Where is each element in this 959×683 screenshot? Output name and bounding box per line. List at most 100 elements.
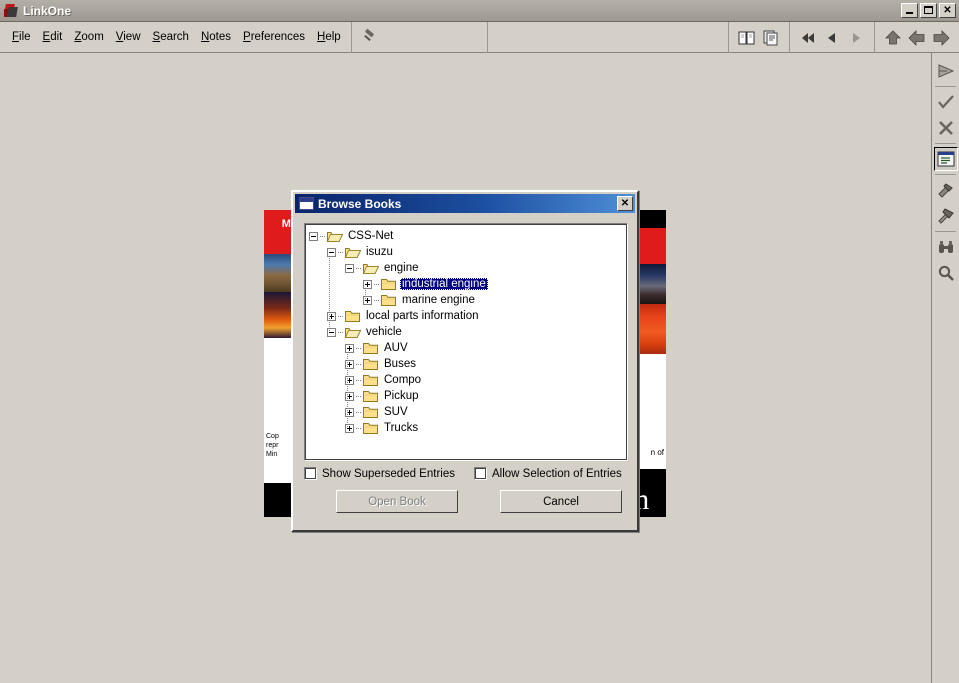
toolbar-vertical — [931, 53, 959, 683]
toolbar-group-books — [728, 22, 789, 53]
menu-group: FFileile Edit Zoom View Search Notes Pre… — [0, 21, 352, 53]
rewind-icon[interactable] — [797, 27, 819, 49]
dialog-title: Browse Books — [318, 196, 402, 211]
folder-open-icon — [363, 262, 379, 275]
tree-item[interactable]: vehicle — [307, 324, 625, 340]
tree-item[interactable]: industrial engine — [307, 276, 625, 292]
tree-item-label: engine — [384, 262, 419, 274]
folder-closed-icon — [363, 374, 379, 387]
arrow-right-icon[interactable] — [930, 27, 952, 49]
checkbox-box[interactable] — [304, 467, 317, 480]
book-tree[interactable]: CSS-Net isuzu engine industrial engine marin… — [304, 223, 628, 461]
window-icon — [299, 197, 314, 210]
tree-connector — [356, 347, 361, 349]
tree-item-label: Buses — [384, 358, 416, 370]
list-panel-icon[interactable] — [933, 147, 958, 171]
tree-connector-line — [329, 256, 330, 332]
tree-item-label: isuzu — [366, 246, 393, 258]
play-forward-icon[interactable] — [934, 59, 958, 83]
window-titlebar: LinkOne ✕ — [0, 0, 959, 22]
folder-closed-icon — [345, 310, 361, 323]
allow-selection-of-entries-label: Allow Selection of Entries — [492, 467, 622, 480]
menu-search[interactable]: Search — [147, 28, 195, 46]
tree-connector-line — [347, 352, 348, 428]
folder-closed-icon — [363, 422, 379, 435]
tree-item[interactable]: marine engine — [307, 292, 625, 308]
tree-connector — [338, 251, 343, 253]
book-icon[interactable] — [736, 27, 758, 49]
close-icon: ✕ — [943, 5, 952, 16]
toolbar-group-arrows — [874, 22, 959, 53]
menu-notes[interactable]: Notes — [195, 28, 237, 46]
tree-connector — [374, 283, 379, 285]
menu-file[interactable]: FFileile — [6, 28, 37, 46]
folder-closed-icon — [363, 390, 379, 403]
pushpin-icon[interactable] — [362, 28, 378, 45]
binoculars-icon[interactable] — [934, 235, 958, 259]
open-book-button[interactable]: Open Book — [336, 490, 458, 513]
dialog-titlebar: Browse Books ✕ — [295, 194, 635, 213]
arrow-up-icon[interactable] — [882, 27, 904, 49]
tree-item-label: CSS-Net — [348, 230, 394, 242]
tree-item-label: Compo — [384, 374, 422, 386]
right-page-text: n of — [650, 448, 664, 457]
show-superseded-entries-label: Show Superseded Entries — [322, 467, 455, 480]
tree-item[interactable]: Pickup — [307, 388, 625, 404]
toolbar-group-nav — [789, 22, 874, 53]
tree-item[interactable]: SUV — [307, 404, 625, 420]
pin-toolbar — [352, 21, 488, 53]
tree-item[interactable]: isuzu — [307, 244, 625, 260]
tree-item[interactable]: Compo — [307, 372, 625, 388]
folder-closed-icon — [381, 278, 397, 291]
cross-icon[interactable] — [934, 116, 958, 140]
close-button[interactable]: ✕ — [939, 3, 956, 18]
tree-item[interactable]: Trucks — [307, 420, 625, 436]
hammer-icon[interactable] — [934, 178, 958, 202]
tree-item[interactable]: local parts information — [307, 308, 625, 324]
check-icon[interactable] — [934, 90, 958, 114]
folder-closed-icon — [381, 294, 397, 307]
linkone-icon — [3, 3, 19, 19]
tree-connector — [356, 411, 361, 413]
menu-help[interactable]: Help — [311, 28, 347, 46]
menu-edit[interactable]: Edit — [37, 28, 69, 46]
tree-connector — [374, 299, 379, 301]
tree-item-label: Pickup — [384, 390, 419, 402]
tree-item-label: vehicle — [366, 326, 402, 338]
show-superseded-entries-checkbox[interactable]: Show Superseded Entries — [304, 467, 474, 480]
next-icon[interactable] — [845, 27, 867, 49]
maximize-button[interactable] — [920, 3, 937, 18]
tree-item[interactable]: engine — [307, 260, 625, 276]
dialog-close-button[interactable]: ✕ — [617, 196, 633, 211]
tree-connector — [338, 315, 343, 317]
tree-item[interactable]: CSS-Net — [307, 228, 625, 244]
browse-books-dialog: Browse Books ✕ CSS-Net isuzu engine industr… — [291, 190, 639, 532]
allow-selection-of-entries-checkbox[interactable]: Allow Selection of Entries — [474, 467, 622, 480]
collapse-icon[interactable] — [309, 231, 318, 241]
tree-connector — [320, 235, 325, 237]
checkbox-box[interactable] — [474, 467, 487, 480]
document-notes-icon[interactable] — [760, 27, 782, 49]
previous-icon[interactable] — [821, 27, 843, 49]
tree-item-label: local parts information — [366, 310, 479, 322]
menu-preferences[interactable]: Preferences — [237, 28, 311, 46]
menu-view[interactable]: View — [110, 28, 147, 46]
collapse-icon[interactable] — [345, 263, 354, 273]
folder-closed-icon — [363, 358, 379, 371]
hammer-alt-icon[interactable] — [934, 204, 958, 228]
tree-connector — [356, 267, 361, 269]
tree-item-label: AUV — [384, 342, 408, 354]
tree-item[interactable]: Buses — [307, 356, 625, 372]
arrow-left-icon[interactable] — [906, 27, 928, 49]
minimize-button[interactable] — [901, 3, 918, 18]
magnifier-icon[interactable] — [934, 261, 958, 285]
menu-zoom[interactable]: Zoom — [68, 28, 109, 46]
tree-item-label: Trucks — [384, 422, 419, 434]
tree-connector — [356, 395, 361, 397]
dialog-buttons: Open Book Cancel — [304, 490, 630, 513]
tree-item[interactable]: AUV — [307, 340, 625, 356]
tree-connector — [356, 427, 361, 429]
cancel-button[interactable]: Cancel — [500, 490, 622, 513]
dialog-options: Show Superseded Entries Allow Selection … — [304, 467, 630, 480]
window-controls: ✕ — [901, 3, 956, 18]
